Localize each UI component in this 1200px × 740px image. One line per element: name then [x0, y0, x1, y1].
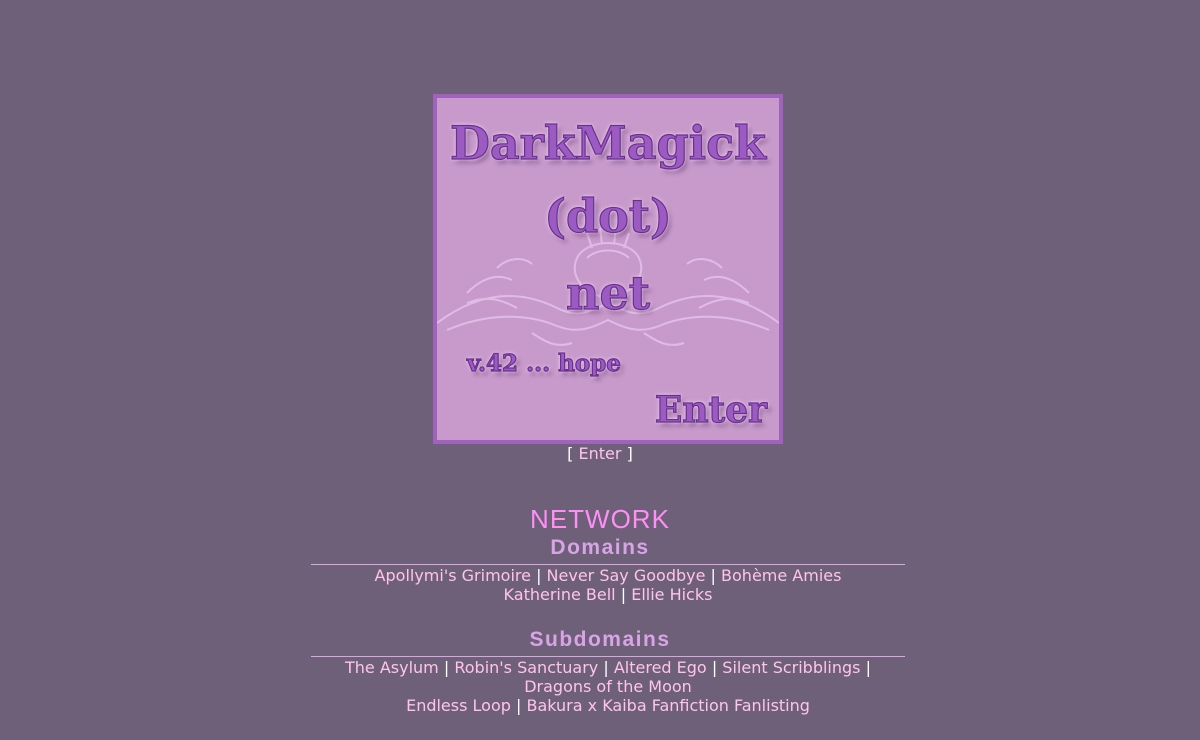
splash-version: v.42 ... hope	[466, 350, 621, 377]
subdomain-link-endless-loop[interactable]: Endless Loop	[406, 696, 511, 715]
bracket-open: [	[567, 444, 574, 463]
splash-enter-image[interactable]: DarkMagick (dot) net v.42 ... hope Enter	[433, 94, 783, 444]
domain-link-ellie-hicks[interactable]: Ellie Hicks	[631, 585, 712, 604]
subdomain-link-robins-sanctuary[interactable]: Robin's Sanctuary	[454, 658, 598, 677]
splash-enter-text: Enter	[654, 389, 767, 431]
bracket-close: ]	[626, 444, 633, 463]
enter-link-line: [ Enter ]	[0, 444, 1200, 463]
subdomains-links: The Asylum | Robin's Sanctuary | Altered…	[300, 658, 916, 715]
domains-divider	[311, 564, 905, 565]
subdomains-heading: Subdomains	[529, 628, 671, 651]
domains-links: Apollymi's Grimoire | Never Say Goodbye …	[300, 566, 916, 604]
separator: |	[603, 658, 609, 677]
domains-row-2: Katherine Bell | Ellie Hicks	[300, 585, 916, 604]
separator: |	[865, 658, 871, 677]
domains-heading: Domains	[550, 536, 650, 559]
subdomains-row-3: Endless Loop | Bakura x Kaiba Fanfiction…	[300, 696, 916, 715]
separator: |	[711, 658, 718, 677]
separator: |	[443, 658, 450, 677]
subdomain-link-dragons-of-the-moon[interactable]: Dragons of the Moon	[524, 677, 692, 696]
domain-link-apollymis-grimoire[interactable]: Apollymi's Grimoire	[375, 566, 531, 585]
domain-link-boheme-amies[interactable]: Bohème Amies	[721, 566, 841, 585]
subdomains-divider	[311, 656, 905, 657]
domain-link-never-say-goodbye[interactable]: Never Say Goodbye	[547, 566, 706, 585]
subdomain-link-altered-ego[interactable]: Altered Ego	[614, 658, 707, 677]
separator: |	[536, 566, 542, 585]
domain-link-katherine-bell[interactable]: Katherine Bell	[504, 585, 616, 604]
page: DarkMagick (dot) net v.42 ... hope Enter…	[0, 0, 1200, 740]
enter-link[interactable]: Enter	[579, 444, 622, 463]
separator: |	[516, 696, 522, 715]
subdomain-link-bakura-kaiba-fanlisting[interactable]: Bakura x Kaiba Fanfiction Fanlisting	[526, 696, 809, 715]
subdomain-link-the-asylum[interactable]: The Asylum	[345, 658, 439, 677]
splash-title-line3: net	[565, 266, 650, 320]
splash-title-line2: (dot)	[544, 189, 673, 243]
splash-title-line1: DarkMagick	[449, 116, 767, 170]
subdomain-link-silent-scribblings[interactable]: Silent Scribblings	[722, 658, 860, 677]
network-heading: NETWORK	[530, 504, 670, 534]
separator: |	[710, 566, 716, 585]
subdomains-row-1: The Asylum | Robin's Sanctuary | Altered…	[300, 658, 916, 677]
separator: |	[620, 585, 627, 604]
subdomains-row-2: Dragons of the Moon	[300, 677, 916, 696]
domains-row-1: Apollymi's Grimoire | Never Say Goodbye …	[300, 566, 916, 585]
